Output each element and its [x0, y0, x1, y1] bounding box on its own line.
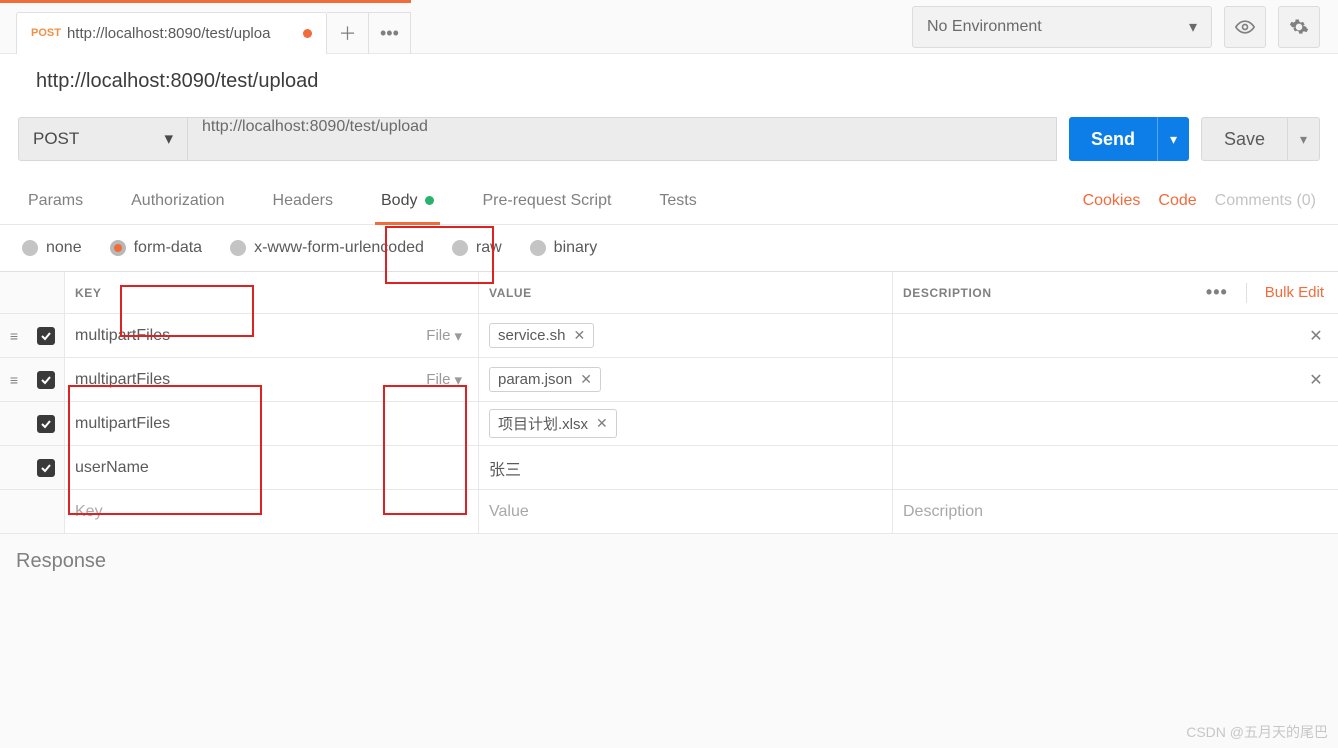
send-button[interactable]: Send: [1069, 117, 1157, 161]
table-row: ≡multipartFilesFile ▾param.json✕✕: [0, 358, 1338, 402]
tab-tests[interactable]: Tests: [653, 177, 702, 224]
response-label: Response: [0, 534, 1338, 623]
environment-label: No Environment: [927, 18, 1042, 36]
chevron-down-icon: ▾: [1189, 17, 1197, 37]
delete-row-button[interactable]: ✕: [1294, 314, 1338, 357]
tab-url: http://localhost:8090/test/uploa: [67, 25, 297, 42]
file-chip: param.json✕: [489, 367, 601, 392]
form-data-table: KEY VALUE DESCRIPTION ••• Bulk Edit ≡mul…: [0, 271, 1338, 534]
columns-options-icon[interactable]: •••: [1206, 282, 1228, 303]
tab-body[interactable]: Body: [375, 177, 440, 224]
key-cell[interactable]: userName: [64, 446, 478, 489]
tab-params[interactable]: Params: [22, 177, 89, 224]
request-row: POST ▾ http://localhost:8090/test/upload…: [0, 109, 1338, 177]
tab-strip: POST http://localhost:8090/test/uploa ＋ …: [0, 0, 411, 54]
environment-select[interactable]: No Environment ▾: [912, 6, 1212, 48]
save-button[interactable]: Save: [1201, 117, 1288, 161]
header-description: DESCRIPTION: [892, 272, 1180, 313]
gear-icon: [1289, 17, 1309, 37]
comments-link[interactable]: Comments (0): [1215, 192, 1316, 210]
row-checkbox[interactable]: [28, 402, 64, 445]
radio-icon: [22, 240, 38, 256]
table-row: ≡multipartFilesFile ▾service.sh✕✕: [0, 314, 1338, 358]
file-chip: 项目计划.xlsx✕: [489, 409, 617, 438]
tab-method: POST: [31, 27, 61, 39]
table-row: multipartFiles 项目计划.xlsx✕: [0, 402, 1338, 446]
save-button-group: Save ▾: [1201, 117, 1320, 161]
url-value: http://localhost:8090/test/upload: [202, 118, 428, 135]
description-cell[interactable]: [892, 446, 1294, 489]
row-checkbox[interactable]: [28, 314, 64, 357]
send-button-group: Send ▾: [1069, 117, 1189, 161]
key-placeholder: Key: [75, 503, 103, 521]
key-cell[interactable]: multipartFilesFile ▾: [64, 314, 478, 357]
chevron-down-icon: ▾: [164, 129, 173, 149]
tab-options-button[interactable]: •••: [369, 12, 411, 54]
url-input[interactable]: http://localhost:8090/test/upload: [188, 117, 1057, 161]
environment-preview-button[interactable]: [1224, 6, 1266, 48]
cookies-link[interactable]: Cookies: [1083, 192, 1141, 210]
watermark: CSDN @五月天的尾巴: [1186, 722, 1328, 742]
bulk-edit-link[interactable]: Bulk Edit: [1265, 284, 1324, 301]
key-cell[interactable]: multipartFilesFile ▾: [64, 358, 478, 401]
body-type-form-data[interactable]: form-data: [110, 239, 202, 257]
method-select[interactable]: POST ▾: [18, 117, 188, 161]
header-key: KEY: [64, 272, 478, 313]
delete-row-button[interactable]: ✕: [1294, 358, 1338, 401]
file-chip: service.sh✕: [489, 323, 594, 348]
description-cell[interactable]: [892, 314, 1294, 357]
drag-handle-icon[interactable]: ≡: [0, 314, 28, 357]
drag-handle-icon[interactable]: ≡: [0, 358, 28, 401]
body-type-binary[interactable]: binary: [530, 239, 598, 257]
radio-icon: [530, 240, 546, 256]
description-cell[interactable]: [892, 402, 1294, 445]
key-type-select[interactable]: File ▾: [426, 371, 468, 389]
tab-authorization[interactable]: Authorization: [125, 177, 230, 224]
code-link[interactable]: Code: [1158, 192, 1196, 210]
request-title: http://localhost:8090/test/upload: [0, 54, 1338, 109]
status-dot-icon: [425, 196, 434, 205]
row-checkbox[interactable]: [28, 446, 64, 489]
description-cell[interactable]: [892, 358, 1294, 401]
settings-button[interactable]: [1278, 6, 1320, 48]
new-tab-button[interactable]: ＋: [327, 12, 369, 54]
value-cell[interactable]: 张三: [478, 446, 892, 489]
value-placeholder: Value: [489, 503, 529, 521]
value-cell[interactable]: service.sh✕: [478, 314, 892, 357]
unsaved-dot-icon: [303, 29, 312, 38]
body-type-row: none form-data x-www-form-urlencoded raw bin…: [0, 225, 1338, 271]
eye-icon: [1235, 17, 1255, 37]
request-tab[interactable]: POST http://localhost:8090/test/uploa: [16, 12, 327, 54]
radio-icon: [110, 240, 126, 256]
table-row: userName张三: [0, 446, 1338, 490]
remove-file-icon[interactable]: ✕: [580, 371, 592, 388]
body-type-raw[interactable]: raw: [452, 239, 502, 257]
method-value: POST: [33, 129, 79, 149]
radio-icon: [452, 240, 468, 256]
table-row-new[interactable]: Key Value Description: [0, 490, 1338, 534]
value-cell[interactable]: 项目计划.xlsx✕: [478, 402, 892, 445]
value-cell[interactable]: param.json✕: [478, 358, 892, 401]
row-checkbox[interactable]: [28, 358, 64, 401]
tab-pre-request-script[interactable]: Pre-request Script: [476, 177, 617, 224]
save-dropdown[interactable]: ▾: [1288, 117, 1320, 161]
subtabs-row: Params Authorization Headers Body Pre-reques…: [0, 177, 1338, 225]
key-cell[interactable]: multipartFiles: [64, 402, 478, 445]
send-dropdown[interactable]: ▾: [1157, 117, 1189, 161]
body-type-none[interactable]: none: [22, 239, 82, 257]
radio-icon: [230, 240, 246, 256]
key-type-select[interactable]: File ▾: [426, 327, 468, 345]
top-bar: POST http://localhost:8090/test/uploa ＋ …: [0, 0, 1338, 54]
table-header: KEY VALUE DESCRIPTION ••• Bulk Edit: [0, 272, 1338, 314]
remove-file-icon[interactable]: ✕: [574, 327, 586, 344]
header-value: VALUE: [478, 272, 892, 313]
body-type-x-www-form-urlencoded[interactable]: x-www-form-urlencoded: [230, 239, 424, 257]
tab-headers[interactable]: Headers: [267, 177, 339, 224]
top-right-tools: No Environment ▾: [912, 6, 1338, 48]
divider: [1246, 283, 1247, 303]
remove-file-icon[interactable]: ✕: [596, 415, 608, 432]
description-placeholder: Description: [903, 503, 983, 521]
subtab-right-links: Cookies Code Comments (0): [1083, 192, 1316, 210]
